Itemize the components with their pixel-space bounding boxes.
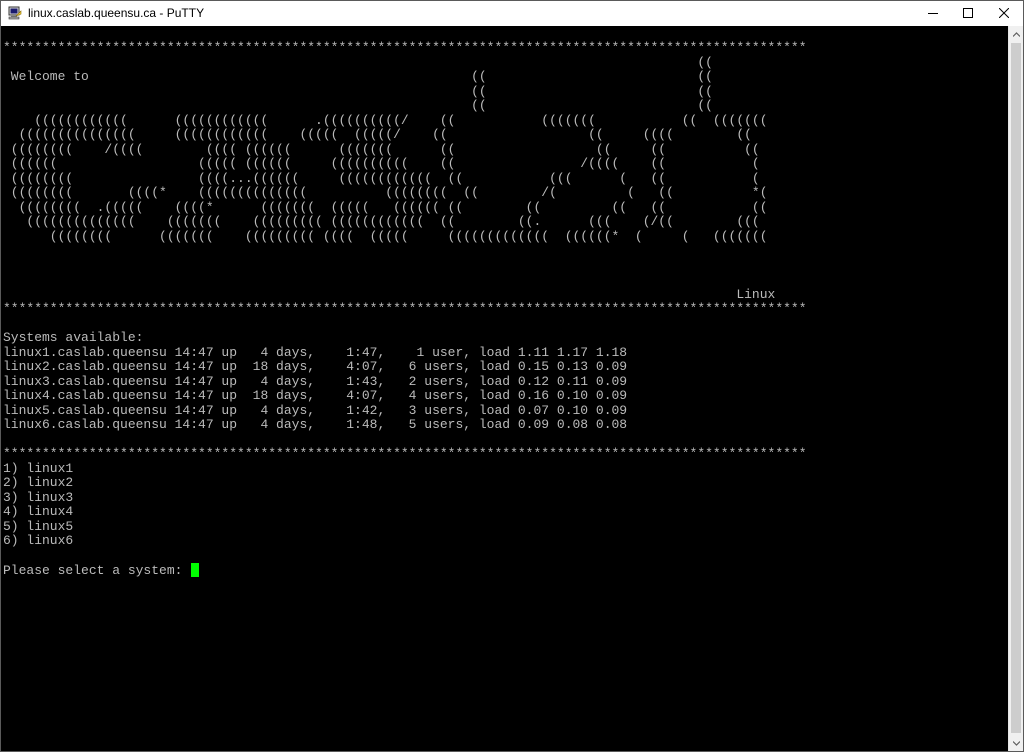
terminal-line: 1) linux1	[3, 460, 74, 476]
terminal-line: linux6.caslab.queensu 14:47 up 4 days, 1…	[3, 417, 628, 432]
terminal-line: Systems available:	[3, 330, 144, 345]
terminal-line: (((((((((((((( ((((((( ((((((((( (((((((…	[3, 214, 760, 229]
terminal-area[interactable]: ****************************************…	[1, 26, 1008, 751]
terminal-line: (((((((( .((((( ((((* ((((((( ((((( ((((…	[3, 199, 768, 215]
arrow-down-icon	[1013, 740, 1020, 746]
terminal-line: ((	[3, 54, 713, 70]
terminal-line: 5) linux5	[3, 518, 74, 534]
scroll-down-button[interactable]	[1009, 735, 1023, 751]
terminal-line: linux3.caslab.queensu 14:47 up 4 days, 1…	[3, 373, 628, 389]
terminal-line: linux4.caslab.queensu 14:47 up 18 days, …	[3, 388, 628, 403]
terminal-prompt-line: Please select a system:	[3, 563, 807, 578]
terminal-line: ****************************************…	[3, 40, 807, 55]
terminal-lines: ****************************************…	[3, 40, 807, 564]
terminal-prompt: Please select a system:	[3, 563, 191, 578]
terminal-line: ****************************************…	[3, 301, 807, 316]
title-bar[interactable]: linux.caslab.queensu.ca - PuTTY	[1, 1, 1023, 25]
terminal-line: linux2.caslab.queensu 14:47 up 18 days, …	[3, 359, 628, 374]
terminal-line: Welcome to (( ((	[3, 69, 713, 84]
terminal-line: 3) linux3	[3, 489, 74, 505]
close-button[interactable]	[985, 1, 1023, 25]
terminal-line: 4) linux4	[3, 504, 74, 519]
terminal-line: 6) linux6	[3, 533, 74, 548]
maximize-button[interactable]	[949, 1, 987, 25]
window-title: linux.caslab.queensu.ca - PuTTY	[28, 6, 205, 20]
terminal-line: 2) linux2	[3, 475, 74, 490]
terminal-line: (((((((( /(((( (((( (((((( ((((((( (( ((…	[3, 141, 760, 157]
terminal-line: Linux	[3, 286, 776, 302]
terminal-line: (((((( ((((( (((((( (((((((((( (( /(((( …	[3, 156, 760, 171]
terminal-line: (((((((( ((((...(((((( (((((((((((( (( (…	[3, 170, 760, 186]
terminal-line: (( ((	[3, 98, 713, 113]
vertical-scrollbar[interactable]	[1008, 26, 1023, 751]
minimize-icon	[928, 13, 938, 14]
terminal-line: (( ((	[3, 83, 713, 99]
terminal-line: linux5.caslab.queensu 14:47 up 4 days, 1…	[3, 402, 628, 418]
terminal-line: (((((((( ((((* (((((((((((((( (((((((( (…	[3, 185, 768, 200]
text-cursor	[191, 563, 200, 577]
scroll-up-button[interactable]	[1009, 26, 1023, 42]
terminal-line: linux1.caslab.queensu 14:47 up 4 days, 1…	[3, 344, 628, 360]
putty-window: linux.caslab.queensu.ca - PuTTY ********…	[0, 0, 1024, 752]
putty-icon[interactable]	[8, 6, 22, 20]
terminal-line: ((((((((((((((( (((((((((((( ((((( (((((…	[3, 127, 752, 142]
scroll-thumb[interactable]	[1011, 43, 1021, 733]
arrow-up-icon	[1013, 31, 1020, 37]
terminal-line: (((((((((((( (((((((((((( .((((((((((/ (…	[3, 112, 768, 128]
maximize-icon	[963, 8, 973, 18]
close-icon	[999, 8, 1009, 18]
terminal-output: ****************************************…	[3, 40, 807, 578]
terminal-line: ****************************************…	[3, 446, 807, 461]
terminal-line: (((((((( ((((((( ((((((((( (((( ((((( ((…	[3, 228, 768, 244]
minimize-button[interactable]	[914, 1, 952, 25]
